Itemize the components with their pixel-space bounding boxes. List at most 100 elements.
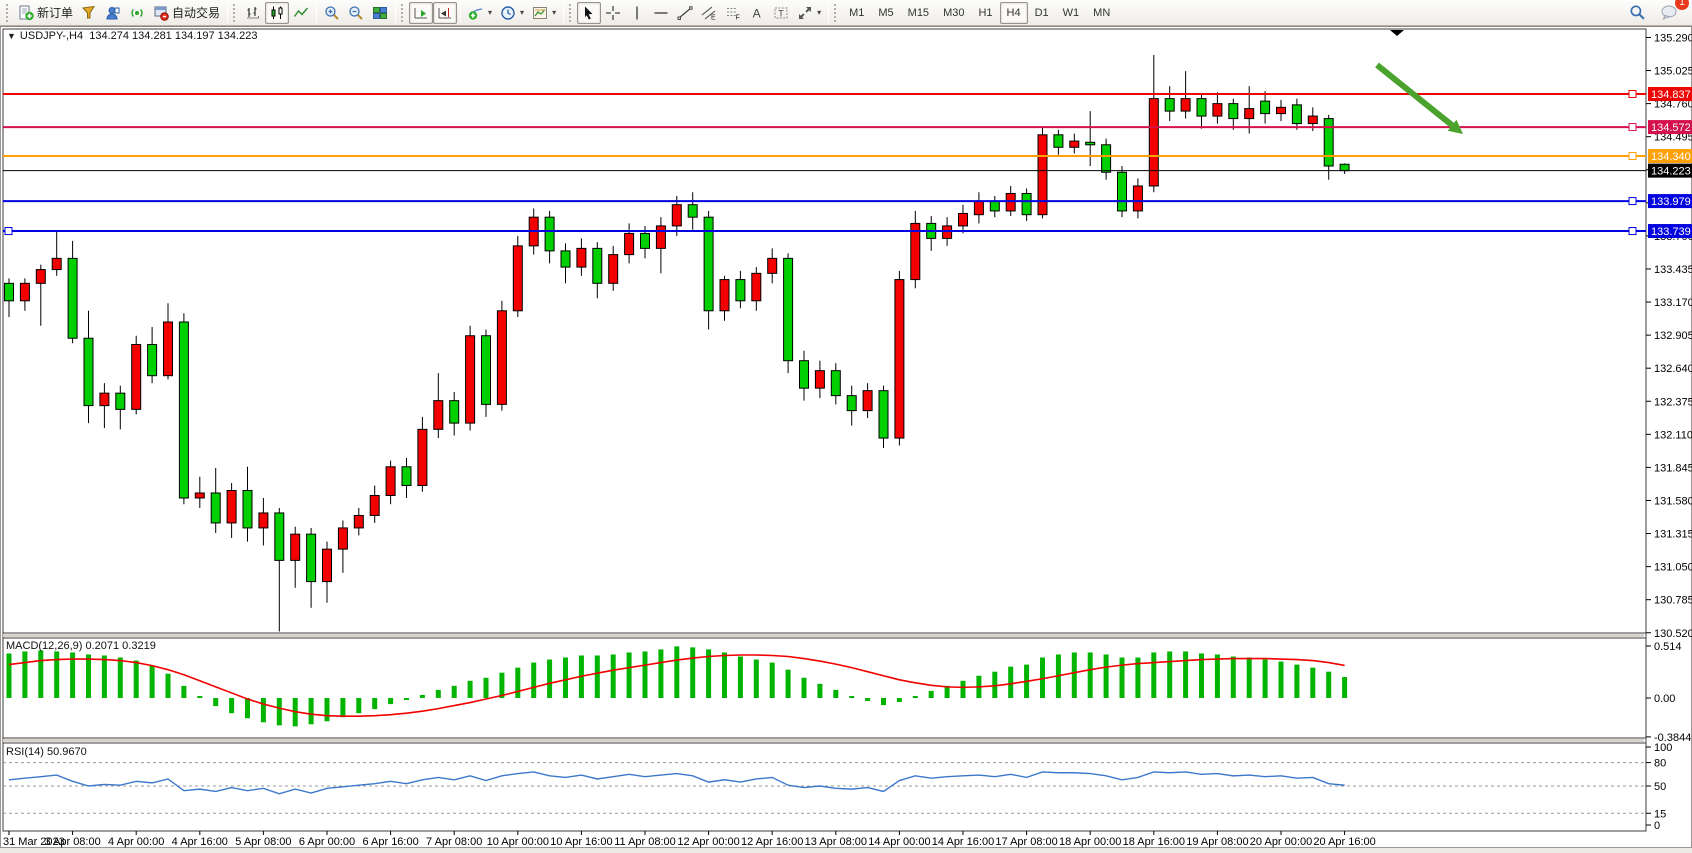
- svg-text:132.640: 132.640: [1654, 363, 1692, 375]
- line-chart-button[interactable]: [289, 2, 313, 24]
- svg-text:135.025: 135.025: [1654, 66, 1692, 78]
- svg-text:14 Apr 00:00: 14 Apr 00:00: [868, 836, 930, 848]
- label-button[interactable]: T: [769, 2, 793, 24]
- line-chart-icon: [293, 5, 309, 21]
- toolbar-separator: [563, 3, 564, 23]
- svg-text:135.290: 135.290: [1654, 32, 1692, 44]
- rsi-label: RSI(14) 50.9670: [6, 746, 87, 758]
- svg-text:F: F: [736, 14, 740, 21]
- autoscroll-button[interactable]: [409, 2, 433, 24]
- toolbar-grip[interactable]: [401, 4, 405, 22]
- timeframe-button-mn[interactable]: MN: [1086, 2, 1117, 24]
- annotations: [1377, 30, 1463, 134]
- new-order-label: 新订单: [37, 4, 73, 21]
- svg-text:20 Apr 00:00: 20 Apr 00:00: [1250, 836, 1312, 848]
- add-indicator-button[interactable]: ▾: [464, 2, 496, 24]
- channel-button[interactable]: E: [697, 2, 721, 24]
- chart-ohlc-values: 134.274 134.281 134.197 134.223: [89, 30, 257, 42]
- funnel-button[interactable]: [77, 2, 101, 24]
- template-button[interactable]: ▾: [528, 2, 560, 24]
- svg-text:134.837: 134.837: [1651, 89, 1691, 101]
- trend-arrow: [1377, 65, 1452, 125]
- fibonacci-button[interactable]: F: [721, 2, 745, 24]
- svg-text:130.520: 130.520: [1654, 628, 1692, 640]
- periods-button[interactable]: ▾: [496, 2, 528, 24]
- dropdown-caret: ▾: [817, 8, 821, 17]
- timeframe-button-d1[interactable]: D1: [1028, 2, 1056, 24]
- add-indicator-icon: [468, 5, 484, 21]
- crosshair-icon: [605, 5, 621, 21]
- svg-text:20 Apr 16:00: 20 Apr 16:00: [1313, 836, 1375, 848]
- toolbar-grip[interactable]: [569, 4, 573, 22]
- svg-text:131.315: 131.315: [1654, 529, 1692, 541]
- profile-button[interactable]: [101, 2, 125, 24]
- chart-canvas[interactable]: 135.290135.025134.760134.495134.230133.9…: [1, 27, 1692, 849]
- svg-text:133.170: 133.170: [1654, 297, 1692, 309]
- svg-text:3 Apr 08:00: 3 Apr 08:00: [44, 836, 100, 848]
- svg-text:17 Apr 08:00: 17 Apr 08:00: [995, 836, 1057, 848]
- dropdown-caret: ▾: [520, 8, 524, 17]
- svg-text:13 Apr 08:00: 13 Apr 08:00: [805, 836, 867, 848]
- svg-text:E: E: [711, 14, 716, 21]
- dropdown-caret: ▾: [552, 8, 556, 17]
- timeframe-button-m1[interactable]: M1: [842, 2, 871, 24]
- toolbar-separator: [316, 3, 317, 23]
- chart-title: ▼USDJPY-,H4 134.274 134.281 134.197 134.…: [7, 30, 257, 42]
- timeframe-button-h4[interactable]: H4: [1000, 2, 1028, 24]
- timeframe-button-m5[interactable]: M5: [871, 2, 900, 24]
- timeframe-button-m30[interactable]: M30: [936, 2, 971, 24]
- toolbar-grip[interactable]: [233, 4, 237, 22]
- hline-button[interactable]: [649, 2, 673, 24]
- svg-text:6 Apr 00:00: 6 Apr 00:00: [299, 836, 355, 848]
- candles-layer: [5, 55, 1350, 632]
- timeframe-button-m15[interactable]: M15: [901, 2, 936, 24]
- chart-shift-button[interactable]: [433, 2, 457, 24]
- chart-shift-marker: [1390, 30, 1404, 36]
- crosshair-button[interactable]: [601, 2, 625, 24]
- autotrading-label: 自动交易: [172, 4, 220, 21]
- signals-icon: [129, 5, 145, 21]
- toolbar-grip[interactable]: [6, 4, 10, 22]
- timeframe-button-w1[interactable]: W1: [1056, 2, 1087, 24]
- tile-windows-button[interactable]: [368, 2, 392, 24]
- profile-icon: [105, 5, 121, 21]
- text-icon: A: [749, 5, 765, 21]
- rsi-line: [9, 772, 1345, 794]
- arrows-icon: [797, 5, 813, 21]
- new-order-button[interactable]: 新订单: [14, 2, 77, 24]
- svg-text:7 Apr 08:00: 7 Apr 08:00: [426, 836, 482, 848]
- search-button[interactable]: [1625, 2, 1650, 24]
- toolbar-grip[interactable]: [834, 4, 838, 22]
- timeframe-button-h1[interactable]: H1: [971, 2, 999, 24]
- svg-text:133.739: 133.739: [1651, 226, 1691, 238]
- vline-button[interactable]: [625, 2, 649, 24]
- svg-text:0.00: 0.00: [1654, 693, 1675, 705]
- toolbar-separator: [395, 3, 396, 23]
- zoom-out-icon: [348, 5, 364, 21]
- macd-label: MACD(12,26,9) 0.2071 0.3219: [6, 640, 156, 652]
- trendline-button[interactable]: [673, 2, 697, 24]
- rsi-level-lines: [3, 763, 1646, 814]
- funnel-icon: [81, 5, 97, 21]
- svg-text:132.905: 132.905: [1654, 330, 1692, 342]
- text-button[interactable]: A: [745, 2, 769, 24]
- cursor-button[interactable]: [577, 2, 601, 24]
- autotrading-button[interactable]: 自动交易: [149, 2, 224, 24]
- notification-badge[interactable]: 1: [1675, 0, 1689, 10]
- hline-icon: [653, 5, 669, 21]
- arrows-button[interactable]: ▾: [793, 2, 825, 24]
- symbol-dropdown-icon[interactable]: ▼: [7, 31, 16, 41]
- rsi-value: 50.9670: [47, 746, 87, 758]
- candles-chart-button[interactable]: [265, 2, 289, 24]
- bars-chart-button[interactable]: [241, 2, 265, 24]
- search-icon: [1629, 4, 1646, 21]
- svg-text:132.110: 132.110: [1654, 429, 1692, 441]
- candles-chart-icon: [269, 5, 285, 21]
- signals-button[interactable]: [125, 2, 149, 24]
- horizontal-lines: [3, 91, 1646, 235]
- time-axis: 31 Mar 20233 Apr 08:004 Apr 00:004 Apr 1…: [3, 831, 1376, 848]
- svg-text:14 Apr 16:00: 14 Apr 16:00: [932, 836, 994, 848]
- zoom-in-button[interactable]: [320, 2, 344, 24]
- autoscroll-icon: [413, 5, 429, 21]
- zoom-out-button[interactable]: [344, 2, 368, 24]
